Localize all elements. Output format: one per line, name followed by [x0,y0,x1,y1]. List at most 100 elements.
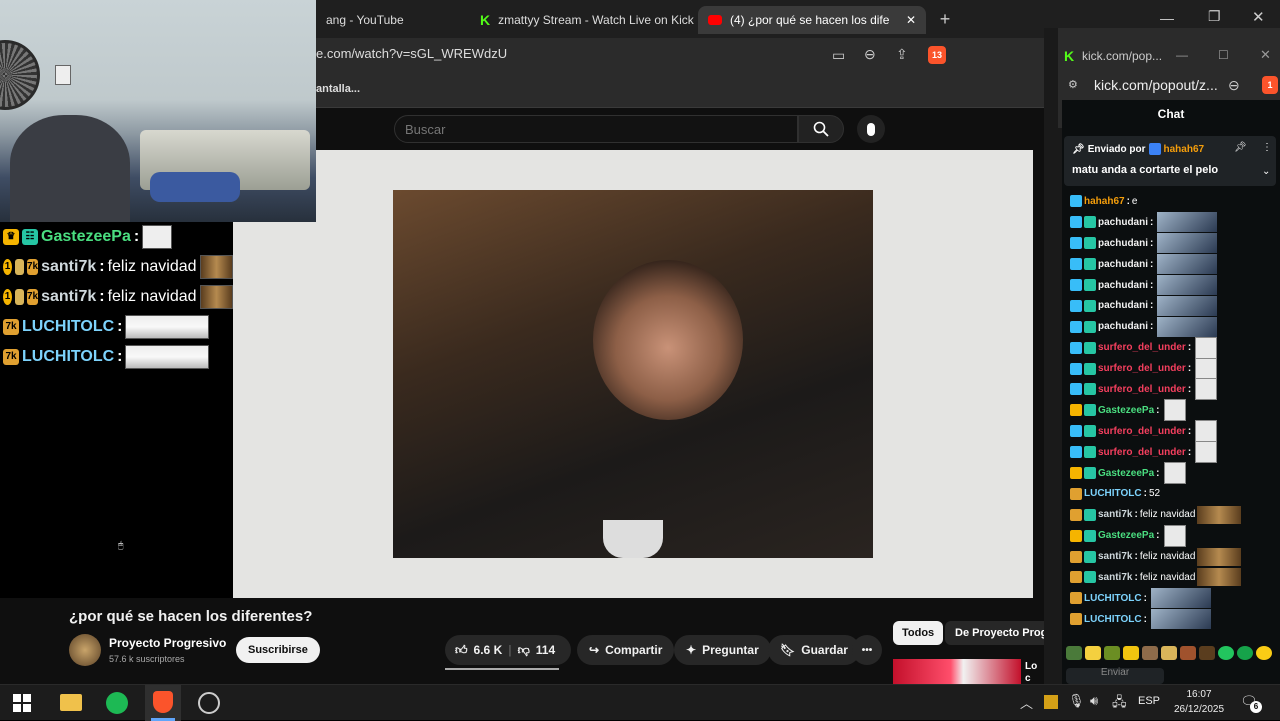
new-tab-button[interactable]: + [934,8,956,30]
kick-chat-username[interactable]: pachudani [1098,217,1148,228]
zoom-icon[interactable]: ⊖ [864,46,876,63]
emote-icon[interactable] [1142,646,1158,660]
gift-badge-icon: 1 [3,289,12,305]
share-icon[interactable]: ⇪ [896,46,908,63]
clock[interactable]: 16:07 26/12/2025 [1170,687,1228,717]
kick-chat-username[interactable]: santi7k [1098,572,1132,583]
bookmark-item[interactable]: antalla... [316,83,360,95]
kick-chat-username[interactable]: GastezeePa [1098,405,1154,416]
minimize-icon[interactable]: — [1160,10,1174,26]
kick-chat-username[interactable]: pachudani [1098,321,1148,332]
kick-chat-username[interactable]: surfero_del_under [1098,363,1186,374]
kick-chat-username[interactable]: pachudani [1098,238,1148,249]
kick-chat-username[interactable]: GastezeePa [1098,530,1154,541]
microphone-tray-icon[interactable]: 🎙︎ [1068,693,1085,709]
kick-chat-username[interactable]: surfero_del_under [1098,384,1186,395]
kick-minimize-icon[interactable]: — [1176,48,1188,62]
kick-chat-username[interactable]: pachudani [1098,300,1148,311]
emote-icon[interactable] [1161,646,1177,660]
kick-chat-username[interactable]: surfero_del_under [1098,447,1186,458]
brave-shield-icon[interactable]: 13 [928,46,946,64]
kick-chat-username[interactable]: surfero_del_under [1098,426,1186,437]
expand-chevron-icon[interactable]: ⌄ [1262,166,1270,177]
address-bar: e.com/watch?v=sGL_WREWdzU ▭ ⊖ ⇪ 13 [316,38,1044,76]
tray-chevron-icon[interactable]: ︿ [1020,693,1033,712]
kick-chat-username[interactable]: LUCHITOLC [1084,614,1142,625]
like-count[interactable]: 6.6 K [474,643,503,657]
recommended-thumbnail[interactable] [893,659,1021,684]
sub-badge-icon [1084,216,1096,229]
emote-icon[interactable] [1085,646,1101,660]
search-input[interactable] [395,116,775,143]
unpin-icon[interactable]: 📌︎ [1234,142,1247,153]
kick-logo-icon: K [1064,48,1075,64]
kick-chat-username[interactable]: pachudani [1098,259,1148,270]
search-button[interactable] [798,115,844,143]
badge-icon [1070,279,1082,291]
kick-chat-username[interactable]: pachudani [1098,280,1148,291]
more-actions-button[interactable]: ••• [852,635,882,665]
kick-chat-username[interactable]: santi7k [1098,509,1132,520]
chat-input[interactable]: Enviar [1066,668,1164,684]
subscribe-button[interactable]: Suscribirse [236,637,320,663]
chip-channel[interactable]: De Proyecto Progre [945,621,1044,645]
emote-icon[interactable] [1180,646,1196,660]
dislike-icon[interactable]: 👎︎ [518,643,530,658]
video-player[interactable] [233,150,1033,598]
language-indicator[interactable]: ESP [1138,695,1160,707]
volume-icon[interactable]: 🔊︎ [1090,693,1098,709]
kick-chat-username[interactable]: santi7k [1098,551,1132,562]
chat-message: 1 7k santi7k: feliz navidad [0,252,233,282]
channel-name[interactable]: Proyecto Progresivo [109,636,226,650]
save-button[interactable]: 🔖︎ Guardar [768,635,860,665]
network-icon[interactable]: 🖧 [1112,693,1127,715]
tab-kick[interactable]: K zmattyy Stream - Watch Live on Kick [470,6,696,34]
kick-close-icon[interactable]: ✕ [1260,47,1271,63]
file-explorer-icon[interactable] [60,694,82,711]
spotify-icon[interactable] [106,692,128,714]
share-button[interactable]: ↪ Compartir [577,635,675,665]
kick-chat-username[interactable]: LUCHITOLC [1084,593,1142,604]
emote-icon[interactable] [1256,646,1272,660]
emote-icon[interactable] [1104,646,1120,660]
emote-image [125,315,210,339]
kick-chat-username[interactable]: surfero_del_under [1098,342,1186,353]
close-window-icon[interactable]: ✕ [1252,8,1265,26]
windows-start-icon[interactable] [13,694,31,712]
emote-icon[interactable] [1237,646,1253,660]
kick-address[interactable]: kick.com/popout/z... [1094,77,1218,93]
close-tab-icon[interactable]: ✕ [906,13,916,27]
kick-emote-image [1163,462,1186,485]
video-cup [603,520,663,558]
kick-maximize-icon[interactable]: ☐ [1218,48,1229,62]
obs-icon[interactable] [198,692,220,714]
kick-chat-username[interactable]: hahah67 [1084,196,1125,207]
kick-emote-image [1197,547,1242,566]
tab-youtube[interactable]: ang - YouTube [316,6,466,34]
tray-app-icon[interactable] [1044,695,1058,709]
kick-chat-username[interactable]: GastezeePa [1098,468,1154,479]
pinned-menu-icon[interactable]: ⋮ [1262,142,1272,153]
emote-icon[interactable] [1218,646,1234,660]
voice-search-button[interactable] [857,115,885,143]
site-settings-icon[interactable]: ⚙ [1068,78,1078,91]
badge-icon [1070,467,1082,480]
kick-brave-icon[interactable]: 1 [1262,76,1278,94]
sub-badge-icon [1084,446,1096,459]
emote-icon[interactable] [1199,646,1215,660]
kick-zoom-icon[interactable]: ⊖ [1228,77,1240,94]
kick-emote-image [1157,275,1218,295]
cast-icon[interactable]: ▭ [832,47,845,64]
channel-avatar[interactable] [69,634,101,666]
ask-button[interactable]: ✦ Preguntar [674,635,771,665]
restore-icon[interactable]: ❐ [1208,8,1221,25]
brave-taskbar-button[interactable] [145,685,181,721]
emote-icon[interactable] [1123,646,1139,660]
kick-chat-username[interactable]: LUCHITOLC [1084,488,1142,499]
like-icon[interactable]: 👍︎ [455,643,468,658]
emote-icon[interactable] [1066,646,1082,660]
tab-active-video[interactable]: (4) ¿por qué se hacen los diferen ✕ [698,6,926,34]
url-field[interactable]: e.com/watch?v=sGL_WREWdzU [316,46,507,61]
chip-all[interactable]: Todos [893,621,944,645]
dislike-count[interactable]: 114 [536,643,555,657]
